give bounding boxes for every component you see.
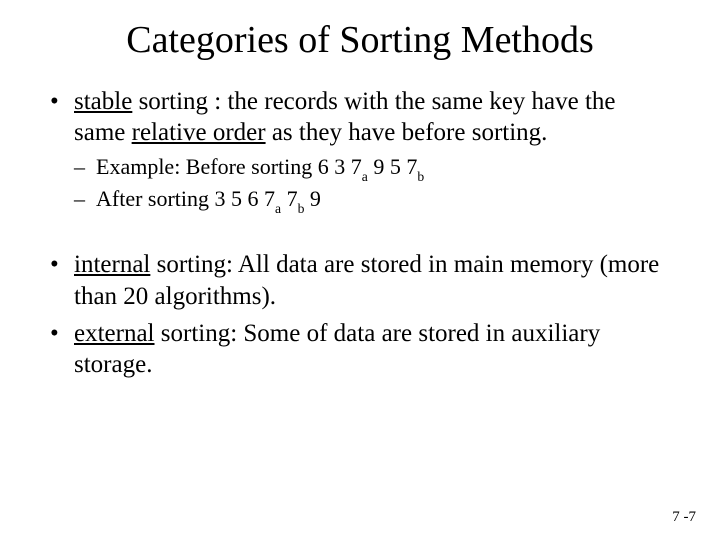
sub-bullet-list: Example: Before sorting 6 3 7a 9 5 7b Af…: [74, 153, 672, 216]
subscript-b-2: b: [298, 201, 305, 216]
term-external: external: [74, 320, 155, 347]
bullet-internal: internal sorting: All data are stored in…: [48, 249, 672, 312]
term-stable: stable: [74, 88, 132, 115]
subscript-a-2: a: [275, 201, 281, 216]
sub-bullet-example-before: Example: Before sorting 6 3 7a 9 5 7b: [74, 153, 672, 183]
text-stable-2: as they have before sorting.: [266, 119, 548, 146]
text-internal: sorting: All data are stored in main mem…: [74, 251, 659, 309]
bullet-list: stable sorting : the records with the sa…: [48, 86, 672, 380]
subscript-b: b: [417, 169, 424, 184]
term-internal: internal: [74, 251, 150, 278]
example-after-seq3: 9: [304, 186, 321, 211]
slide: Categories of Sorting Methods stable sor…: [0, 0, 720, 540]
subscript-a: a: [362, 169, 368, 184]
example-before-seq2: 9 5 7: [368, 154, 418, 179]
example-before-label: Example: Before sorting: [96, 154, 318, 179]
example-after-seq1: 3 5 6 7: [215, 186, 276, 211]
spacer: [48, 221, 672, 243]
sub-bullet-example-after: After sorting 3 5 6 7a 7b 9: [74, 185, 672, 215]
bullet-stable: stable sorting : the records with the sa…: [48, 86, 672, 215]
page-number: 7 -7: [672, 509, 696, 526]
term-relative-order: relative order: [132, 119, 266, 146]
example-after-seq2: 7: [281, 186, 298, 211]
example-after-label: After sorting: [96, 186, 215, 211]
bullet-external: external sorting: Some of data are store…: [48, 318, 672, 381]
example-before-seq1: 6 3 7: [318, 154, 362, 179]
slide-title: Categories of Sorting Methods: [48, 18, 672, 62]
